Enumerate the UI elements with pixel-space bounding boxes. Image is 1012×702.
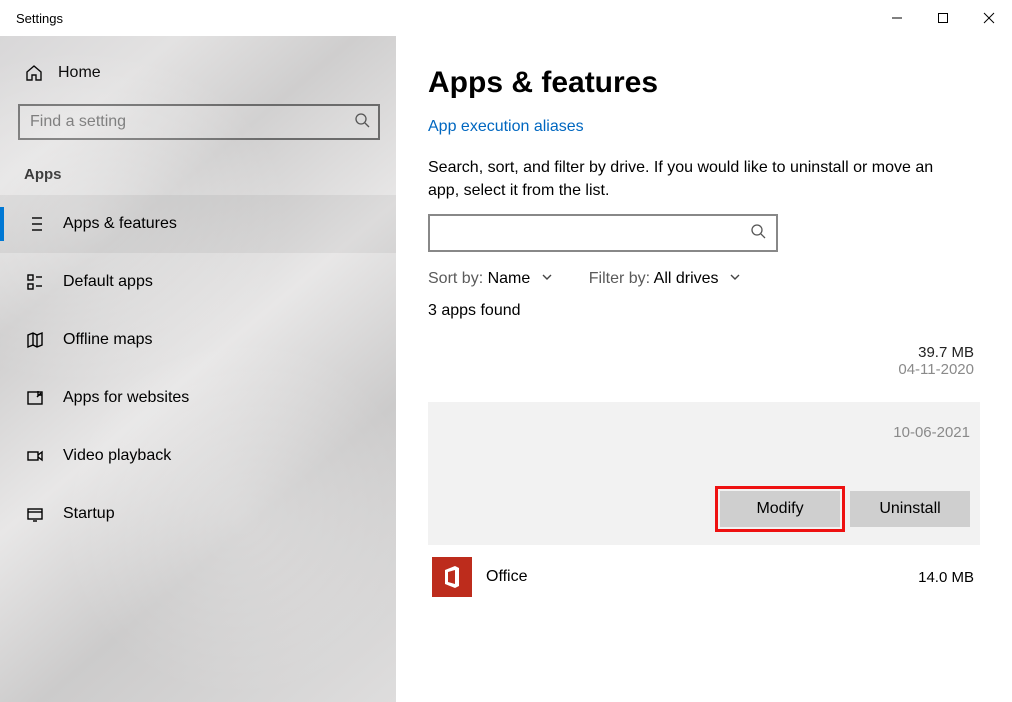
defaults-icon xyxy=(25,272,45,292)
minimize-button[interactable] xyxy=(874,2,920,34)
window-controls xyxy=(874,2,1012,34)
search-icon xyxy=(354,112,370,133)
sidebar: Home Apps Apps & features Default apps O… xyxy=(0,36,396,702)
title-bar: Settings xyxy=(0,0,1012,36)
startup-icon xyxy=(25,504,45,524)
find-setting-search[interactable] xyxy=(18,104,380,140)
uninstall-button[interactable]: Uninstall xyxy=(850,491,970,527)
app-execution-aliases-link[interactable]: App execution aliases xyxy=(428,118,980,136)
sort-value: Name xyxy=(488,270,531,287)
filter-by-dropdown[interactable]: Filter by: All drives xyxy=(589,270,741,288)
app-size: 39.7 MB xyxy=(898,344,974,361)
chevron-down-icon xyxy=(729,270,741,287)
nav-label: Startup xyxy=(63,505,115,523)
window-title: Settings xyxy=(0,11,63,26)
app-row[interactable]: 39.7 MB 04-11-2020 xyxy=(428,344,980,402)
app-row-office[interactable]: Office 14.0 MB xyxy=(428,545,980,597)
app-size: 14.0 MB xyxy=(918,569,974,586)
app-search-box[interactable] xyxy=(428,214,778,252)
nav-apps-for-websites[interactable]: Apps for websites xyxy=(0,369,396,427)
description-text: Search, sort, and filter by drive. If yo… xyxy=(428,156,948,202)
app-search-input[interactable] xyxy=(440,225,750,242)
filter-value: All drives xyxy=(654,270,719,287)
content-pane: Apps & features App execution aliases Se… xyxy=(396,36,1012,702)
map-icon xyxy=(25,330,45,350)
nav-label: Video playback xyxy=(63,447,171,465)
office-icon xyxy=(432,557,472,597)
maximize-button[interactable] xyxy=(920,2,966,34)
websites-icon xyxy=(25,388,45,408)
home-nav[interactable]: Home xyxy=(0,50,396,96)
nav-default-apps[interactable]: Default apps xyxy=(0,253,396,311)
nav-label: Apps & features xyxy=(63,215,177,233)
apps-count: 3 apps found xyxy=(428,302,980,320)
nav-label: Default apps xyxy=(63,273,153,291)
list-icon xyxy=(25,214,45,234)
sort-label: Sort by: xyxy=(428,270,483,287)
search-icon xyxy=(750,223,766,244)
app-date: 10-06-2021 xyxy=(438,424,970,441)
nav-offline-maps[interactable]: Offline maps xyxy=(0,311,396,369)
nav-group-title: Apps xyxy=(0,158,396,195)
home-label: Home xyxy=(58,64,101,82)
nav-label: Offline maps xyxy=(63,331,153,349)
nav-startup[interactable]: Startup xyxy=(0,485,396,543)
video-icon xyxy=(25,446,45,466)
modify-button[interactable]: Modify xyxy=(720,491,840,527)
nav-apps-features[interactable]: Apps & features xyxy=(0,195,396,253)
nav-label: Apps for websites xyxy=(63,389,189,407)
close-button[interactable] xyxy=(966,2,1012,34)
page-title: Apps & features xyxy=(428,66,980,100)
nav-video-playback[interactable]: Video playback xyxy=(0,427,396,485)
home-icon xyxy=(24,63,44,83)
filter-label: Filter by: xyxy=(589,270,650,287)
selected-app-panel: 10-06-2021 Modify Uninstall xyxy=(428,402,980,545)
chevron-down-icon xyxy=(541,270,553,287)
find-setting-input[interactable] xyxy=(30,113,354,131)
app-name: Office xyxy=(486,568,904,586)
app-date: 04-11-2020 xyxy=(898,361,974,378)
sort-by-dropdown[interactable]: Sort by: Name xyxy=(428,270,553,288)
